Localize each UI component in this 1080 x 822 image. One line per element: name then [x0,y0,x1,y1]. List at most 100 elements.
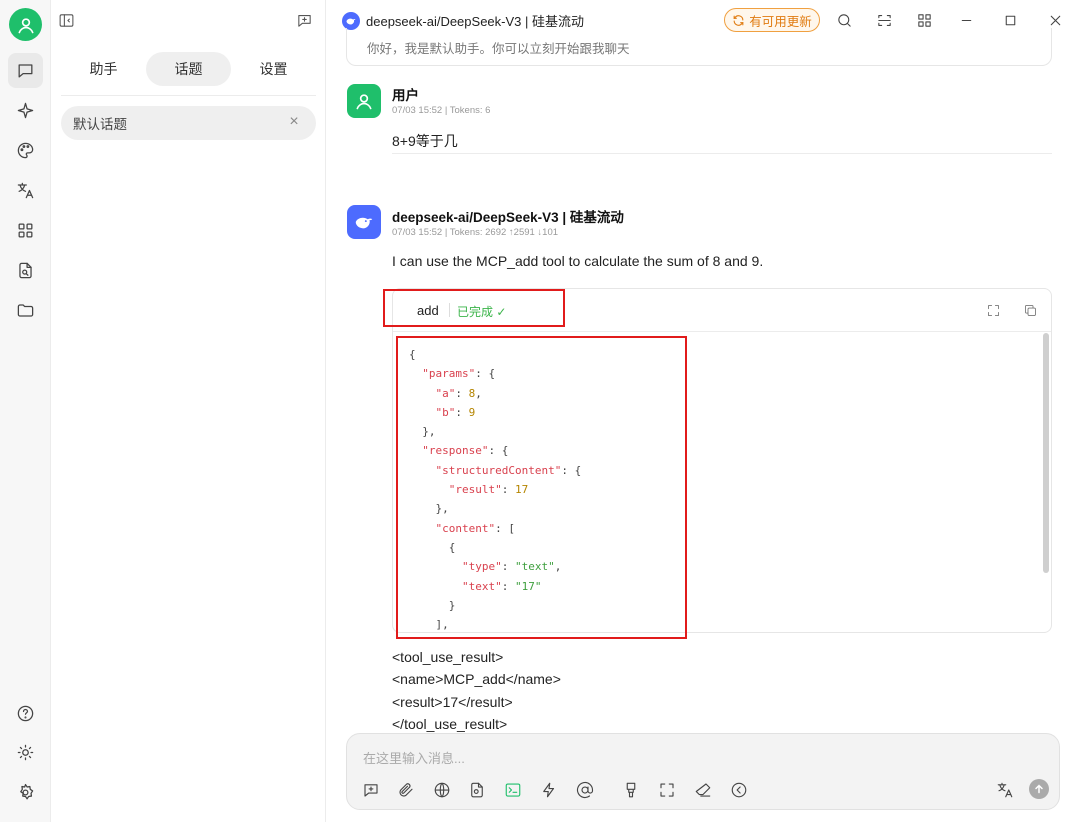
tab-settings[interactable]: 设置 [231,52,316,86]
left-rail [0,0,51,822]
topic-item-default[interactable]: 默认话题 × [61,106,316,140]
attach-button[interactable] [396,780,416,800]
deepseek-logo-icon [342,11,360,30]
maximize-button[interactable] [1000,10,1020,30]
search-button[interactable] [834,10,854,30]
code-scrollbar[interactable] [1043,333,1049,631]
clear-context-button[interactable] [621,780,641,800]
grid-icon [917,13,931,27]
tab-topics[interactable]: 话题 [146,52,231,86]
expand-icon [987,304,999,316]
grid-icon [18,223,33,238]
result-line: <result>17</result> [392,693,513,710]
user-icon [18,17,34,33]
scan-icon [877,14,891,26]
sparkle-icon [17,102,34,119]
eraser-icon [695,783,711,797]
collapse-toolbar-button[interactable] [729,780,749,800]
user-avatar[interactable] [9,8,42,41]
copy-tool-button[interactable] [1022,302,1038,318]
rail-help-button[interactable] [8,696,43,731]
expand-input-button[interactable] [657,780,677,800]
panel-topbar [51,0,325,40]
new-topic-input-button[interactable] [361,780,381,800]
sidebar-collapse-icon [59,13,73,27]
add-chat-icon [364,784,378,797]
tab-assistants[interactable]: 助手 [61,52,146,86]
tabs-divider [61,95,316,96]
rail-chat-button[interactable] [8,53,43,88]
knowledge-base-button[interactable] [467,780,487,800]
result-line: <name>MCP_add</name> [392,671,561,688]
paperclip-icon [399,783,413,797]
palette-icon [17,142,34,159]
assistant-message-avatar [347,205,381,239]
rail-translate-button[interactable] [8,173,43,208]
add-chat-icon [297,14,311,27]
chat-main: deepseek-ai/DeepSeek-V3 | 硅基流动 有可用更新 你好，… [326,0,1080,822]
refresh-icon [733,14,744,26]
mention-model-button[interactable] [575,780,595,800]
mcp-server-button[interactable] [503,780,523,800]
user-message-name: 用户 [392,88,419,103]
help-icon [17,705,34,722]
rail-agents-button[interactable] [8,93,43,128]
at-icon [577,781,594,799]
tool-use-result: <tool_use_result> <name>MCP_add</name> <… [392,646,561,736]
translate-icon [997,782,1013,798]
gear-icon [20,783,34,800]
new-topic-button[interactable] [294,10,314,30]
chat-bubble-icon [18,64,33,78]
close-window-button[interactable] [1045,10,1065,30]
highlight-box-tool-header [383,289,565,327]
close-icon [1050,15,1060,25]
update-label: 有可用更新 [749,14,812,29]
message-input-placeholder[interactable]: 在这里输入消息... [363,748,465,767]
previous-assistant-message: 你好，我是默认助手。你可以立刻开始跟我聊天 [346,28,1052,66]
file-search-icon [471,782,483,798]
close-icon[interactable]: × [286,113,302,130]
message-divider [392,153,1052,154]
maximize-icon [1005,15,1015,25]
result-line: <tool_use_result> [392,649,504,665]
rail-theme-button[interactable] [8,735,43,770]
search-icon [837,13,851,27]
scan-button[interactable] [874,10,894,30]
panel-tabs: 助手 话题 设置 [61,52,316,86]
rail-apps-button[interactable] [8,213,43,248]
globe-icon [434,782,450,798]
assistant-message-text: I can use the MCP_add tool to calculate … [392,253,764,269]
expand-tool-button[interactable] [985,302,1001,318]
user-message-avatar [347,84,381,118]
scrollbar-thumb[interactable] [1043,333,1049,573]
sun-icon [17,744,34,761]
highlight-box-tool-json [396,336,687,639]
chevron-left-circle-icon [731,782,747,798]
minimize-button[interactable] [956,10,976,30]
file-search-icon [19,262,32,279]
expand-icon [660,783,674,797]
rail-files-button[interactable] [8,253,43,288]
copy-icon [1024,304,1036,316]
user-icon [356,94,372,110]
layout-button[interactable] [914,10,934,30]
rail-paintings-button[interactable] [8,133,43,168]
brush-icon [626,782,636,798]
assistant-topic-panel: 助手 话题 设置 默认话题 × [51,0,326,822]
folder-icon [17,304,34,317]
send-button[interactable] [1029,779,1049,799]
translate-input-button[interactable] [995,780,1015,800]
minimize-icon [961,19,971,21]
collapse-sidebar-button[interactable] [56,10,76,30]
quick-phrase-button[interactable] [539,780,559,800]
terminal-icon [505,783,521,797]
rail-settings-button[interactable] [8,775,43,810]
web-search-button[interactable] [432,780,452,800]
message-input-box[interactable]: 在这里输入消息... [346,733,1060,810]
translate-icon [17,182,34,199]
clear-messages-button[interactable] [693,780,713,800]
user-message-meta: 07/03 15:52 | Tokens: 6 [392,105,491,116]
topic-title: 默认话题 [73,117,127,132]
deepseek-logo-icon [355,217,373,229]
rail-folder-button[interactable] [8,293,43,328]
